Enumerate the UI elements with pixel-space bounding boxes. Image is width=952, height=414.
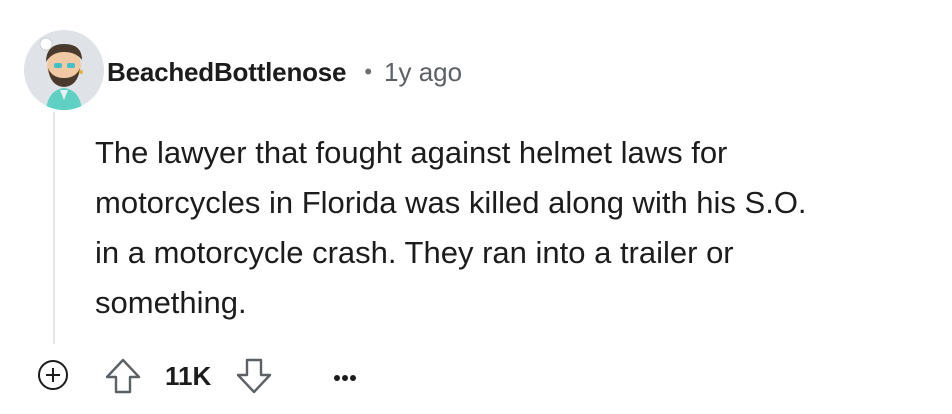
ellipsis-icon bbox=[334, 375, 356, 381]
thread-line[interactable] bbox=[53, 112, 55, 344]
vote-score: 11K bbox=[165, 361, 212, 391]
expand-button[interactable] bbox=[37, 359, 69, 391]
more-options-button[interactable] bbox=[328, 360, 362, 392]
comment-body: The lawyer that fought against helmet la… bbox=[95, 135, 807, 320]
meta-separator: • bbox=[364, 59, 373, 84]
downvote-arrow-icon bbox=[236, 358, 272, 394]
upvote-button[interactable] bbox=[103, 357, 143, 395]
comment-actions: 11K bbox=[0, 352, 952, 398]
downvote-button[interactable] bbox=[234, 357, 274, 395]
upvote-arrow-icon bbox=[105, 358, 141, 394]
comment: BeachedBottlenose • 1y ago The lawyer th… bbox=[0, 0, 952, 414]
avatar-illustration bbox=[24, 30, 104, 110]
comment-header: BeachedBottlenose • 1y ago bbox=[107, 50, 462, 94]
avatar[interactable] bbox=[24, 30, 104, 110]
plus-circle-icon bbox=[38, 360, 68, 390]
timestamp[interactable]: 1y ago bbox=[384, 57, 462, 88]
author-name[interactable]: BeachedBottlenose bbox=[107, 57, 347, 88]
